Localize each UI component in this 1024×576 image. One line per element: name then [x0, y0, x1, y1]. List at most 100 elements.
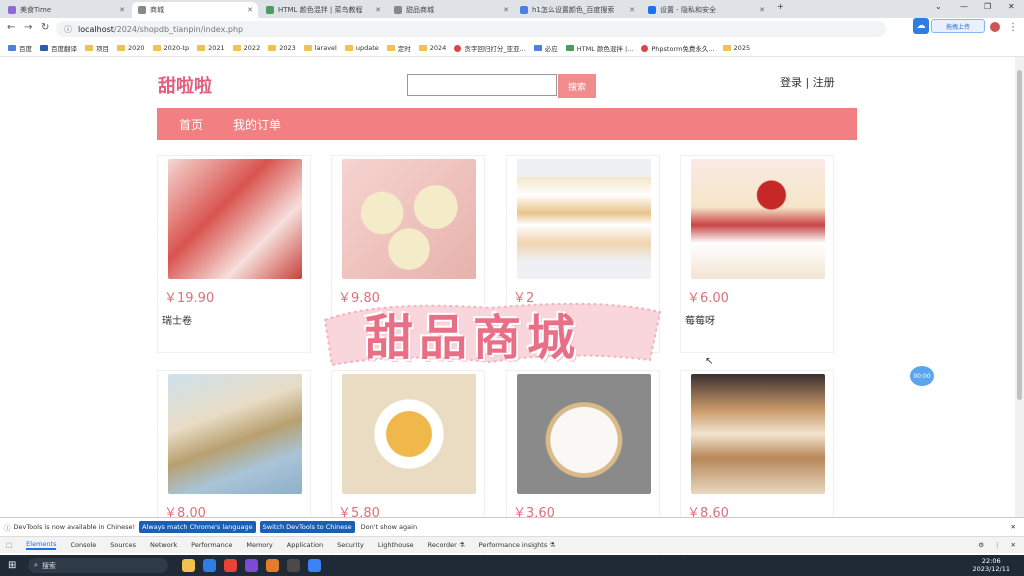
search-button[interactable]: 搜索: [558, 74, 596, 98]
menu-icon[interactable]: ⋮: [1008, 22, 1018, 33]
inspect-icon[interactable]: ⬚: [6, 541, 12, 549]
browser-tab[interactable]: h1怎么设置颜色_百度搜索 ✕: [514, 2, 640, 18]
product-name[interactable]: 瑞士卷: [162, 312, 192, 327]
browser-tab[interactable]: 甜品商城 ✕: [388, 2, 514, 18]
register-link[interactable]: 注册: [813, 76, 835, 89]
auth-links: 登录 | 注册: [780, 74, 835, 90]
bookmark[interactable]: 百度: [8, 43, 32, 53]
browser-tab-active[interactable]: 商城 ✕: [132, 2, 258, 18]
minimize-icon[interactable]: —: [960, 2, 968, 11]
tab-memory[interactable]: Memory: [246, 541, 272, 549]
browser-tab[interactable]: HTML 颜色混拌 | 菜鸟教程 ✕: [260, 2, 386, 18]
bookmark[interactable]: 定时: [386, 43, 411, 53]
app-icon[interactable]: [308, 559, 321, 572]
windows-start-icon[interactable]: ⊞: [8, 560, 16, 571]
close-icon[interactable]: ✕: [629, 6, 635, 14]
site-logo[interactable]: 甜啦啦: [158, 72, 212, 98]
bookmark[interactable]: Phpstorm免费永久...: [641, 43, 715, 53]
bookmark[interactable]: 2020-tp: [152, 44, 189, 52]
product-image[interactable]: [691, 374, 825, 494]
tab-network[interactable]: Network: [150, 541, 177, 549]
bookmark[interactable]: 2020: [117, 44, 145, 52]
bookmark[interactable]: 2021: [197, 44, 225, 52]
product-image[interactable]: [517, 159, 651, 279]
bookmark[interactable]: 百度翻译: [40, 43, 77, 53]
close-icon[interactable]: ✕: [759, 6, 765, 14]
banner-title: 甜品商城: [365, 310, 582, 366]
close-icon[interactable]: ✕: [1011, 541, 1016, 549]
tab-elements[interactable]: Elements: [26, 540, 57, 550]
product-card[interactable]: ￥6.00 莓莓呀: [680, 155, 834, 353]
bookmark[interactable]: 2024: [418, 44, 446, 52]
translate-icon: [40, 45, 48, 51]
back-icon[interactable]: ←: [7, 22, 15, 33]
match-language-button[interactable]: Always match Chrome's language: [139, 521, 256, 533]
browser-tab[interactable]: 设置 - 隐私和安全 ✕: [642, 2, 770, 18]
product-image[interactable]: [168, 159, 302, 279]
bookmark[interactable]: 2023: [268, 44, 296, 52]
app-icon[interactable]: [266, 559, 279, 572]
tab-recorder[interactable]: Recorder ⚗: [428, 541, 465, 549]
product-card[interactable]: ￥19.90 瑞士卷: [157, 155, 311, 353]
tab-application[interactable]: Application: [287, 541, 323, 549]
tab-search-icon[interactable]: ⌄: [935, 2, 942, 11]
bookmark[interactable]: 2025: [722, 44, 750, 52]
bookmark[interactable]: HTML 颜色混拌 |...: [565, 43, 633, 53]
close-icon[interactable]: ✕: [503, 6, 509, 14]
profile-avatar[interactable]: [990, 22, 1000, 32]
menu-icon[interactable]: ⋮: [994, 541, 1001, 549]
window-close-icon[interactable]: ✕: [1008, 2, 1015, 11]
bookmark[interactable]: 2022: [232, 44, 260, 52]
file-explorer-icon[interactable]: [182, 559, 195, 572]
close-icon[interactable]: ✕: [375, 6, 381, 14]
tab-lighthouse[interactable]: Lighthouse: [378, 541, 414, 549]
settings-icon[interactable]: ⚙: [978, 541, 984, 549]
switch-chinese-button[interactable]: Switch DevTools to Chinese: [259, 521, 355, 533]
maximize-icon[interactable]: ❐: [984, 2, 991, 11]
upload-button[interactable]: 拖拽上传: [931, 19, 985, 33]
folder-icon: [303, 45, 312, 51]
product-image[interactable]: [691, 159, 825, 279]
tab-console[interactable]: Console: [70, 541, 96, 549]
recording-timer[interactable]: 00:00: [910, 366, 934, 386]
taskbar-search-label: 搜索: [41, 561, 56, 570]
forward-icon[interactable]: →: [24, 22, 32, 33]
bookmark[interactable]: laravel: [303, 44, 337, 52]
cloud-upload-icon[interactable]: ☁: [913, 18, 929, 34]
bookmark-label: 2021: [208, 44, 225, 52]
reload-icon[interactable]: ↻: [41, 22, 49, 33]
nav-home[interactable]: 首页: [179, 116, 203, 133]
close-icon[interactable]: ✕: [1011, 523, 1016, 531]
search-input[interactable]: [407, 74, 557, 96]
system-clock[interactable]: 22:06 2023/12/11: [973, 557, 1010, 573]
folder-icon: [152, 45, 161, 51]
dismiss-button[interactable]: Don't show again: [361, 523, 417, 531]
nav-orders[interactable]: 我的订单: [233, 116, 281, 133]
bookmark[interactable]: 必应: [533, 43, 558, 53]
app-icon[interactable]: [203, 559, 216, 572]
taskbar-search[interactable]: ⌕ 搜索: [28, 558, 168, 573]
product-image[interactable]: [342, 159, 476, 279]
address-bar[interactable]: ⓘ localhost/2024/shopdb_tianpin/index.ph…: [56, 21, 886, 37]
login-link[interactable]: 登录: [780, 76, 802, 89]
phpstorm-icon[interactable]: [245, 559, 258, 572]
tab-security[interactable]: Security: [337, 541, 364, 549]
tab-sources[interactable]: Sources: [110, 541, 136, 549]
browser-tab[interactable]: 美食Time ✕: [2, 2, 130, 18]
scrollbar-thumb[interactable]: [1017, 70, 1022, 400]
product-name[interactable]: 莓莓呀: [685, 312, 715, 327]
product-image[interactable]: [517, 374, 651, 494]
tab-performance-insights[interactable]: Performance insights ⚗: [479, 541, 555, 549]
close-icon[interactable]: ✕: [119, 6, 125, 14]
close-icon[interactable]: ✕: [247, 6, 253, 14]
app-icon[interactable]: [287, 559, 300, 572]
bookmark[interactable]: update: [344, 44, 379, 52]
tab-performance[interactable]: Performance: [191, 541, 232, 549]
bookmark[interactable]: 贪字回归打分_亚亚...: [454, 43, 526, 53]
product-image[interactable]: [342, 374, 476, 494]
new-tab-icon[interactable]: +: [777, 2, 784, 11]
chrome-icon[interactable]: [224, 559, 237, 572]
product-image[interactable]: [168, 374, 302, 494]
site-icon: [641, 44, 649, 52]
bookmark[interactable]: 项目: [85, 43, 109, 53]
